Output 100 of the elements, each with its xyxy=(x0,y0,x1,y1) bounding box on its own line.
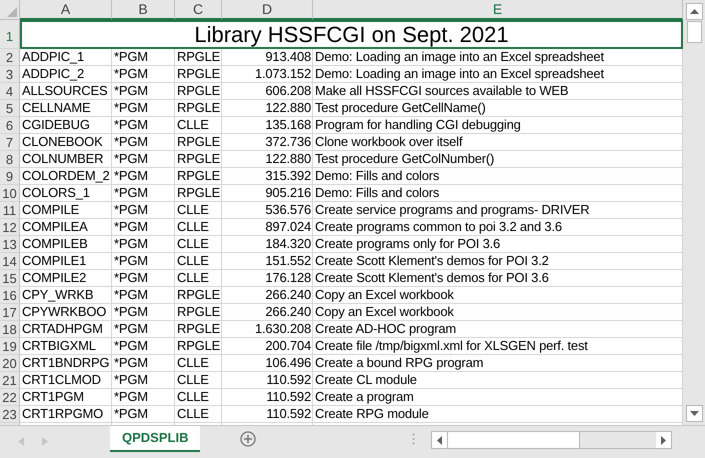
table-cell: RPGLE xyxy=(175,100,222,117)
scroll-thumb[interactable] xyxy=(686,21,702,43)
scroll-down-button[interactable] xyxy=(686,405,702,422)
table-cell: RPGLE xyxy=(175,83,222,100)
table-cell: CRT1CLMOD xyxy=(20,372,112,389)
table-cell: 913.408 xyxy=(222,49,313,66)
table-cell: RPGLE xyxy=(175,168,222,185)
table-cell: *PGM xyxy=(112,321,175,338)
table-cell: Clone workbook over itself xyxy=(313,134,683,151)
row-header[interactable]: 13 xyxy=(0,236,20,253)
column-header[interactable]: B xyxy=(112,0,175,20)
horizontal-scrollbar[interactable] xyxy=(431,431,672,449)
table-cell: CRT1PGM xyxy=(20,389,112,406)
table-cell: *PGM xyxy=(112,151,175,168)
table-cell: Create AD-HOC program xyxy=(313,321,683,338)
table-cell: 897.024 xyxy=(222,219,313,236)
table-cell: Create programs only for POI 3.6 xyxy=(313,236,683,253)
table-cell: RPGLE xyxy=(175,287,222,304)
table-cell: *PGM xyxy=(112,117,175,134)
add-sheet-icon[interactable] xyxy=(240,431,256,447)
table-cell: 135.168 xyxy=(222,117,313,134)
row-header[interactable]: 20 xyxy=(0,355,20,372)
row-header[interactable]: 11 xyxy=(0,202,20,219)
scroll-thumb[interactable] xyxy=(447,432,580,448)
row-header[interactable]: 12 xyxy=(0,219,20,236)
vertical-scrollbar[interactable] xyxy=(683,0,705,425)
table-cell: 905.216 xyxy=(222,185,313,202)
table-cell: *PGM xyxy=(112,185,175,202)
table-cell: 372.736 xyxy=(222,134,313,151)
table-cell: *PGM xyxy=(112,406,175,423)
row-header[interactable]: 3 xyxy=(0,66,20,83)
row-header[interactable]: 6 xyxy=(0,117,20,134)
row-header[interactable]: 15 xyxy=(0,270,20,287)
table-cell: CLLE xyxy=(175,202,222,219)
table-cell: RPGLE xyxy=(175,151,222,168)
row-header[interactable]: 10 xyxy=(0,185,20,202)
table-cell: Demo: Fills and colors xyxy=(313,168,683,185)
table-cell: 266.240 xyxy=(222,304,313,321)
table-cell: *PGM xyxy=(112,236,175,253)
table-cell: Make all HSSFCGI sources available to WEB xyxy=(313,83,683,100)
sheet-tab[interactable]: QPDSPLIB xyxy=(110,426,200,452)
table-cell: 1.630.208 xyxy=(222,321,313,338)
table-cell: COLNUMBER xyxy=(20,151,112,168)
table-cell: Create RPG module xyxy=(313,406,683,423)
row-header[interactable]: 18 xyxy=(0,321,20,338)
table-cell: CRTBIGXML xyxy=(20,338,112,355)
row-header[interactable]: 19 xyxy=(0,338,20,355)
column-header[interactable]: A xyxy=(20,0,112,20)
table-cell: CLLE xyxy=(175,372,222,389)
column-header[interactable]: E xyxy=(313,0,683,20)
table-cell: Create programs common to poi 3.2 and 3.6 xyxy=(313,219,683,236)
table-cell: CLLE xyxy=(175,117,222,134)
table-cell: 266.240 xyxy=(222,287,313,304)
table-cell: COMPILE1 xyxy=(20,253,112,270)
row-header[interactable]: 23 xyxy=(0,406,20,423)
row-header[interactable]: 16 xyxy=(0,287,20,304)
table-cell: RPGLE xyxy=(175,185,222,202)
row-header[interactable]: 21 xyxy=(0,372,20,389)
next-sheet-icon[interactable] xyxy=(42,437,48,446)
table-cell: COMPILE2 xyxy=(20,270,112,287)
down-arrow-icon xyxy=(690,411,698,416)
table-cell: Create file /tmp/bigxml.xml for XLSGEN perf. test xyxy=(313,338,683,355)
table-cell: 122.880 xyxy=(222,100,313,117)
table-cell: Test procedure GetCellName() xyxy=(313,100,683,117)
row-header[interactable]: 4 xyxy=(0,83,20,100)
row-header[interactable]: 14 xyxy=(0,253,20,270)
table-cell: CRTADHPGM xyxy=(20,321,112,338)
row-header[interactable]: 8 xyxy=(0,151,20,168)
table-cell: CLLE xyxy=(175,236,222,253)
title-cell[interactable]: Library HSSFCGI on Sept. 2021 xyxy=(20,20,683,49)
row-header[interactable]: 1 xyxy=(0,20,20,49)
table-cell: COMPILEB xyxy=(20,236,112,253)
table-cell: COMPILEA xyxy=(20,219,112,236)
row-header[interactable]: 17 xyxy=(0,304,20,321)
column-header[interactable]: C xyxy=(175,0,222,20)
scroll-right-button[interactable] xyxy=(656,432,672,448)
table-cell: RPGLE xyxy=(175,66,222,83)
table-cell: 184.320 xyxy=(222,236,313,253)
table-cell: 1.073.152 xyxy=(222,66,313,83)
table-cell: RPGLE xyxy=(175,134,222,151)
previous-sheet-icon[interactable] xyxy=(18,437,24,446)
table-cell: ADDPIC_2 xyxy=(20,66,112,83)
table-cell: CGIDEBUG xyxy=(20,117,112,134)
table-cell: 122.880 xyxy=(222,151,313,168)
table-cell: 106.496 xyxy=(222,355,313,372)
scroll-up-button[interactable] xyxy=(686,3,702,20)
select-all-corner[interactable] xyxy=(0,0,20,20)
splitter-icon[interactable] xyxy=(412,433,416,445)
table-cell: *PGM xyxy=(112,134,175,151)
table-cell: CRT1RPGMO xyxy=(20,406,112,423)
table-cell: *PGM xyxy=(112,66,175,83)
column-header[interactable]: D xyxy=(222,0,313,20)
row-header[interactable]: 7 xyxy=(0,134,20,151)
row-header[interactable]: 2 xyxy=(0,49,20,66)
table-cell: CLLE xyxy=(175,253,222,270)
row-header[interactable]: 9 xyxy=(0,168,20,185)
table-cell: Copy an Excel workbook xyxy=(313,304,683,321)
scroll-left-button[interactable] xyxy=(432,432,448,448)
row-header[interactable]: 22 xyxy=(0,389,20,406)
row-header[interactable]: 5 xyxy=(0,100,20,117)
